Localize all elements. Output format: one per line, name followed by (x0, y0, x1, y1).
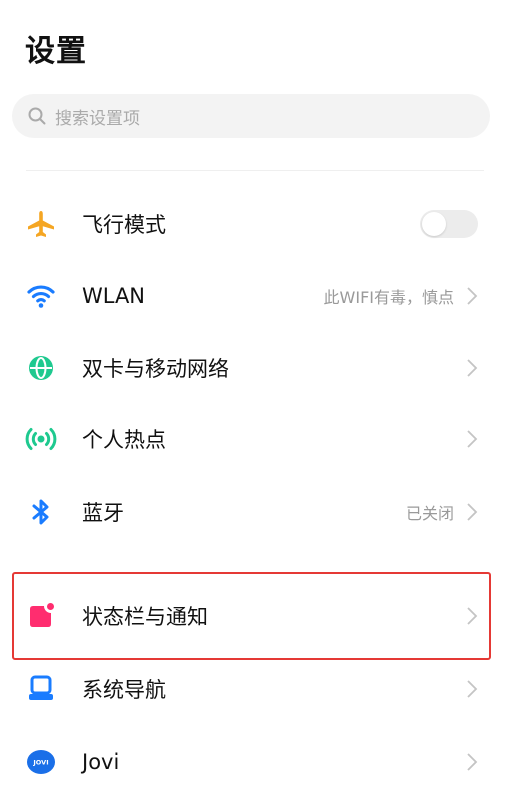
setting-label: 状态栏与通知 (82, 605, 208, 629)
globe-icon (25, 352, 57, 384)
airplane-icon (25, 208, 57, 240)
setting-row-airplane-mode[interactable]: 飞行模式 (0, 188, 510, 260)
airplane-mode-toggle[interactable] (420, 210, 478, 238)
setting-row-status-bar-notifications[interactable]: 状态栏与通知 (0, 580, 510, 652)
setting-row-hotspot[interactable]: 个人热点 (0, 403, 510, 475)
page-title: 设置 (25, 34, 87, 69)
setting-label: 系统导航 (82, 678, 166, 702)
wifi-icon (25, 280, 57, 312)
search-bar[interactable]: 搜索设置项 (12, 94, 490, 138)
navigation-icon (25, 673, 57, 705)
setting-row-bluetooth[interactable]: 蓝牙 已关闭 (0, 476, 510, 548)
search-placeholder: 搜索设置项 (55, 108, 140, 129)
notification-icon (25, 600, 57, 632)
search-icon (28, 107, 46, 125)
chevron-right-icon (467, 607, 478, 625)
bluetooth-icon (25, 496, 57, 528)
chevron-right-icon (467, 430, 478, 448)
setting-label: 蓝牙 (82, 501, 124, 525)
chevron-right-icon (467, 753, 478, 771)
bluetooth-status: 已关闭 (405, 504, 454, 523)
chevron-right-icon (467, 359, 478, 377)
setting-row-jovi[interactable]: JOVI Jovi (0, 726, 510, 798)
setting-label: 双卡与移动网络 (82, 357, 229, 381)
setting-label: WLAN (82, 284, 146, 308)
setting-label: 个人热点 (82, 428, 166, 452)
wlan-status: 此WIFI有毒，慎点 (323, 288, 454, 307)
setting-label: Jovi (82, 750, 120, 774)
toggle-knob (422, 212, 446, 236)
hotspot-icon (25, 423, 57, 455)
chevron-right-icon (467, 503, 478, 521)
divider (26, 170, 484, 171)
jovi-icon: JOVI (25, 746, 57, 778)
chevron-right-icon (467, 287, 478, 305)
svg-text:JOVI: JOVI (32, 759, 48, 767)
setting-label: 飞行模式 (82, 213, 166, 237)
setting-row-dual-sim[interactable]: 双卡与移动网络 (0, 332, 510, 404)
setting-row-wlan[interactable]: WLAN 此WIFI有毒，慎点 (0, 260, 510, 332)
setting-row-system-navigation[interactable]: 系统导航 (0, 653, 510, 725)
chevron-right-icon (467, 680, 478, 698)
